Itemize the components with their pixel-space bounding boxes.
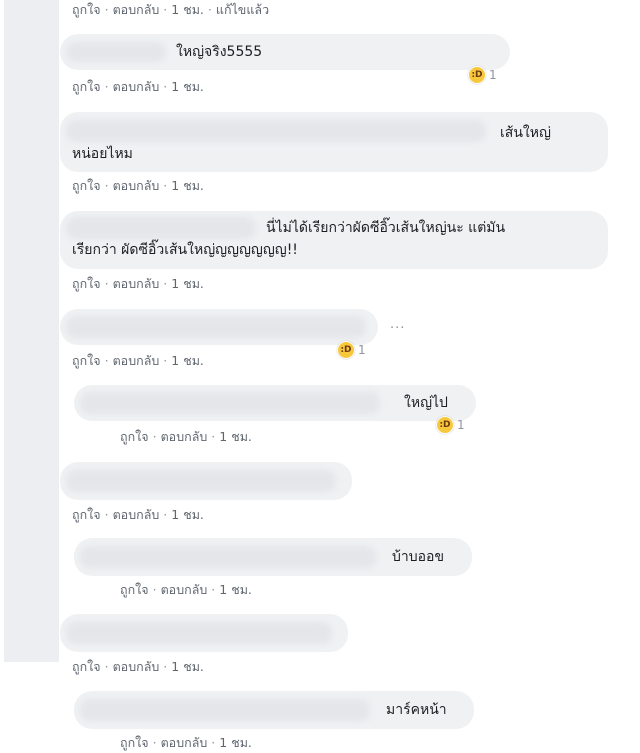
comment-text: ใหญ่ไป <box>404 395 448 411</box>
separator: · <box>163 2 168 17</box>
comment-meta-2: ถูกใจ · ตอบกลับ · 1 ชม. <box>72 176 204 196</box>
comment-bubble-6 <box>60 462 352 500</box>
blurred-name <box>80 392 380 414</box>
reply-link[interactable]: ตอบกลับ <box>113 79 160 94</box>
reply-link[interactable]: ตอบกลับ <box>161 429 208 444</box>
comment-bubble-1: ใหญ่จริง5555 <box>60 34 510 70</box>
reaction-count: 1 <box>457 418 465 432</box>
comment-meta-1: ถูกใจ · ตอบกลับ · 1 ชม. <box>72 77 204 97</box>
blurred-content <box>66 316 366 338</box>
reply-link[interactable]: ตอบกลับ <box>113 507 160 522</box>
like-link[interactable]: ถูกใจ <box>72 2 101 17</box>
blurred-content <box>66 622 332 644</box>
timestamp[interactable]: 1 ชม. <box>171 353 204 368</box>
like-link[interactable]: ถูกใจ <box>72 507 101 522</box>
reaction-badge[interactable]: :D 1 <box>337 340 366 360</box>
reply-link[interactable]: ตอบกลับ <box>113 178 160 193</box>
separator: · <box>104 2 109 17</box>
separator: · <box>163 659 168 674</box>
separator: · <box>104 79 109 94</box>
comment-text: ใหญ่จริง5555 <box>176 44 263 60</box>
separator: · <box>152 735 157 750</box>
separator: · <box>163 353 168 368</box>
separator: · <box>211 582 216 597</box>
like-link[interactable]: ถูกใจ <box>120 582 149 597</box>
reaction-count: 1 <box>358 343 366 357</box>
reply-link[interactable]: ตอบกลับ <box>161 582 208 597</box>
haha-icon: :D <box>468 66 486 84</box>
comment-text-line2: หน่อยไหม <box>72 146 133 162</box>
comment-bubble-8 <box>60 614 348 652</box>
comment-meta-5: ถูกใจ · ตอบกลับ · 1 ชม. <box>120 427 252 447</box>
comment-bubble-4 <box>60 309 378 345</box>
like-link[interactable]: ถูกใจ <box>72 659 101 674</box>
like-link[interactable]: ถูกใจ <box>120 429 149 444</box>
haha-icon: :D <box>436 416 454 434</box>
separator: · <box>207 2 212 17</box>
comment-meta-6: ถูกใจ · ตอบกลับ · 1 ชม. <box>72 505 204 525</box>
comment-bubble-3: นี่ไม่ได้เรียกว่าผัดซีอิ๊วเส้นใหญ่นะ แต่… <box>60 211 608 269</box>
separator: · <box>163 178 168 193</box>
reaction-count: 1 <box>489 68 497 82</box>
blurred-name <box>66 42 166 62</box>
blurred-content <box>66 470 336 492</box>
timestamp[interactable]: 1 ชม. <box>219 582 252 597</box>
blurred-name <box>80 699 370 721</box>
reply-link[interactable]: ตอบกลับ <box>161 735 208 750</box>
comment-meta-4: ถูกใจ · ตอบกลับ · 1 ชม. <box>72 351 204 371</box>
thread-left-bar <box>4 0 59 662</box>
reply-link[interactable]: ตอบกลับ <box>113 2 160 17</box>
comment-text-line1: เส้นใหญ่ <box>500 125 551 141</box>
comment-meta-7: ถูกใจ · ตอบกลับ · 1 ชม. <box>120 580 252 600</box>
blurred-name <box>80 546 376 568</box>
haha-icon: :D <box>337 341 355 359</box>
comment-text: บ้าบออข <box>392 549 445 565</box>
comment-bubble-2: เส้นใหญ่ หน่อยไหม <box>60 112 608 172</box>
comment-text-line2: เรียกว่า ผัดซีอิ๊วเส้นใหญ่ญญญญญญ!! <box>72 242 298 258</box>
comment-meta-9: ถูกใจ · ตอบกลับ · 1 ชม. <box>120 733 252 753</box>
edited-label[interactable]: แก้ไขแล้ว <box>216 2 269 17</box>
comment-bubble-5: ใหญ่ไป <box>74 385 476 421</box>
reaction-badge[interactable]: :D 1 <box>436 415 465 435</box>
separator: · <box>211 735 216 750</box>
timestamp[interactable]: 1 ชม. <box>171 2 204 17</box>
comment-text: มาร์คหน้า <box>386 702 447 718</box>
comment-bubble-9: มาร์คหน้า <box>74 691 474 729</box>
separator: · <box>104 507 109 522</box>
like-link[interactable]: ถูกใจ <box>120 735 149 750</box>
blurred-name <box>66 217 256 239</box>
comment-bubble-7: บ้าบออข <box>74 538 472 576</box>
separator: · <box>211 429 216 444</box>
like-link[interactable]: ถูกใจ <box>72 276 101 291</box>
separator: · <box>104 276 109 291</box>
comment-meta-0: ถูกใจ · ตอบกลับ · 1 ชม. · แก้ไขแล้ว <box>72 0 269 20</box>
timestamp[interactable]: 1 ชม. <box>219 429 252 444</box>
separator: · <box>104 659 109 674</box>
separator: · <box>163 79 168 94</box>
timestamp[interactable]: 1 ชม. <box>171 659 204 674</box>
more-options-icon[interactable]: ··· <box>390 321 405 336</box>
reaction-badge[interactable]: :D 1 <box>468 65 497 85</box>
blurred-name <box>66 120 486 142</box>
separator: · <box>104 178 109 193</box>
timestamp[interactable]: 1 ชม. <box>219 735 252 750</box>
timestamp[interactable]: 1 ชม. <box>171 178 204 193</box>
like-link[interactable]: ถูกใจ <box>72 79 101 94</box>
reply-link[interactable]: ตอบกลับ <box>113 353 160 368</box>
like-link[interactable]: ถูกใจ <box>72 178 101 193</box>
separator: · <box>163 276 168 291</box>
separator: · <box>104 353 109 368</box>
separator: · <box>152 429 157 444</box>
separator: · <box>152 582 157 597</box>
comment-meta-3: ถูกใจ · ตอบกลับ · 1 ชม. <box>72 274 204 294</box>
reply-link[interactable]: ตอบกลับ <box>113 659 160 674</box>
reply-link[interactable]: ตอบกลับ <box>113 276 160 291</box>
comment-text-line1: นี่ไม่ได้เรียกว่าผัดซีอิ๊วเส้นใหญ่นะ แต่… <box>266 220 506 236</box>
timestamp[interactable]: 1 ชม. <box>171 79 204 94</box>
like-link[interactable]: ถูกใจ <box>72 353 101 368</box>
timestamp[interactable]: 1 ชม. <box>171 276 204 291</box>
separator: · <box>163 507 168 522</box>
timestamp[interactable]: 1 ชม. <box>171 507 204 522</box>
comment-meta-8: ถูกใจ · ตอบกลับ · 1 ชม. <box>72 657 204 677</box>
